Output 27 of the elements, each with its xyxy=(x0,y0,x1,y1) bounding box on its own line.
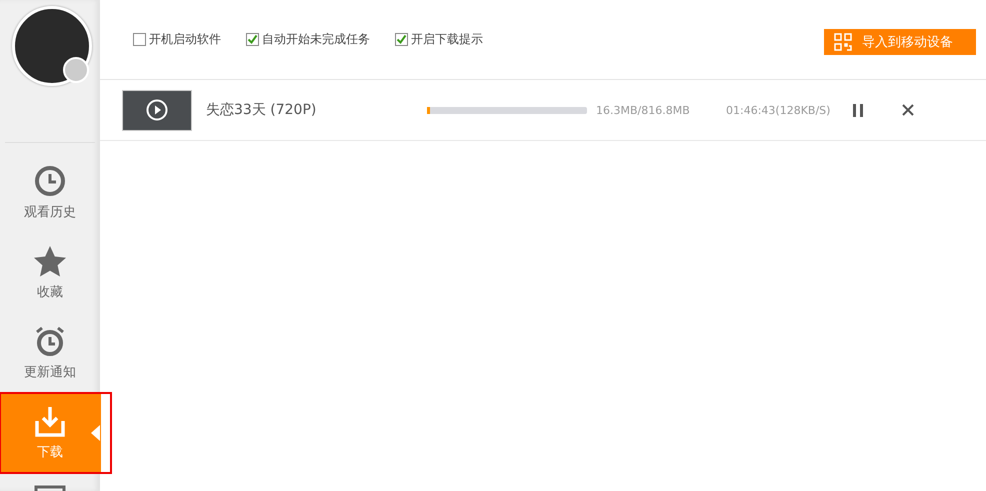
qr-code-icon xyxy=(834,32,852,50)
checkbox[interactable] xyxy=(133,33,146,46)
play-icon xyxy=(146,99,168,121)
sidebar-item[interactable]: 观看历史 xyxy=(0,153,100,233)
option-label: 开机启动软件 xyxy=(149,31,221,48)
sidebar-item[interactable]: 更新通知 xyxy=(0,313,100,393)
option-checkbox[interactable]: 开机启动软件 xyxy=(133,31,221,48)
remaining-time-text: 01:46:43(128KB/S) xyxy=(726,104,832,116)
pause-icon xyxy=(852,104,864,116)
sidebar-item[interactable]: 收藏 xyxy=(0,233,100,313)
option-label: 开启下载提示 xyxy=(411,31,483,48)
sidebar-label: 观看历史 xyxy=(24,204,76,221)
clock-icon xyxy=(34,165,66,197)
checkbox[interactable] xyxy=(395,33,408,46)
star-icon xyxy=(33,245,67,277)
pointer-notch xyxy=(91,425,100,441)
size-text: 16.3MB/816.8MB xyxy=(596,104,691,116)
download-icon xyxy=(34,405,66,437)
close-icon xyxy=(902,104,914,116)
sidebar-label: 更新通知 xyxy=(24,364,76,381)
checkbox[interactable] xyxy=(246,33,259,46)
sidebar-label: 下载 xyxy=(37,444,63,461)
avatar-icon[interactable] xyxy=(12,6,92,86)
alarm-clock-icon xyxy=(34,325,66,357)
video-title: 失恋33天 (720P) xyxy=(206,101,318,119)
sidebar-label: 收藏 xyxy=(37,284,63,301)
option-checkbox[interactable]: 开启下载提示 xyxy=(395,31,483,48)
